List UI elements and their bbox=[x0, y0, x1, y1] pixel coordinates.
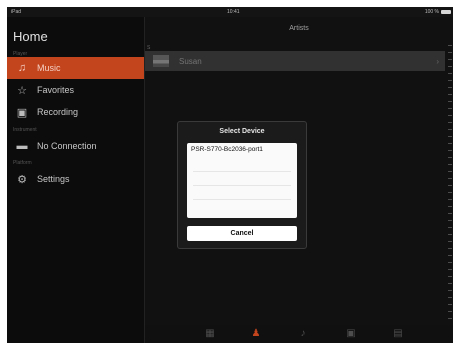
bottom-tab-bar: ▦ ♟ ♪ ▣ ▤ bbox=[145, 325, 453, 343]
section-label-platform: Platform bbox=[13, 160, 32, 166]
list-divider bbox=[193, 185, 291, 186]
status-battery-text: 100 % bbox=[424, 9, 439, 15]
sidebar-item-label: Music bbox=[37, 63, 61, 73]
sidebar-item-label: Favorites bbox=[37, 85, 75, 95]
music-note-icon: ♫ bbox=[17, 62, 27, 74]
dialog-title: Select Device bbox=[219, 128, 265, 135]
cancel-button[interactable]: Cancel bbox=[187, 226, 297, 241]
sidebar-item-label: Recording bbox=[37, 107, 79, 117]
sidebar-item-favorites[interactable]: ☆ Favorites bbox=[7, 79, 144, 101]
list-divider bbox=[193, 171, 291, 172]
battery-icon bbox=[441, 10, 451, 14]
recording-icon: ▣ bbox=[16, 106, 28, 119]
list-divider bbox=[193, 199, 291, 200]
sidebar-item-music[interactable]: ♫ Music bbox=[7, 57, 144, 79]
keyboard-icon: ▬ bbox=[16, 140, 28, 152]
section-label-instrument: Instrument bbox=[13, 127, 37, 133]
status-carrier: iPad bbox=[11, 9, 22, 15]
person-icon[interactable]: ♟ bbox=[249, 328, 263, 340]
sidebar: Home Player ♫ Music ☆ Favorites ▣ Record… bbox=[7, 17, 145, 343]
device-item[interactable]: PSR-S770-Bc2036-port1 bbox=[187, 143, 297, 157]
album-icon[interactable]: ▣ bbox=[344, 328, 358, 340]
sidebar-item-recording[interactable]: ▣ Recording bbox=[7, 101, 144, 123]
status-bar: iPad 10:41 100 % bbox=[7, 7, 453, 17]
sidebar-item-settings[interactable]: ⚙ Settings bbox=[7, 168, 144, 190]
select-device-dialog: Select Device PSR-S770-Bc2036-port1 Canc… bbox=[177, 121, 307, 249]
star-icon: ☆ bbox=[17, 84, 27, 97]
device-list: PSR-S770-Bc2036-port1 bbox=[187, 143, 297, 218]
sidebar-item-label: Settings bbox=[37, 174, 70, 184]
sidebar-item-connection[interactable]: ▬ No Connection bbox=[7, 135, 144, 157]
sidebar-item-label: No Connection bbox=[37, 141, 97, 151]
note-icon[interactable]: ♪ bbox=[296, 328, 310, 340]
grid-icon[interactable]: ▦ bbox=[203, 328, 217, 340]
gear-icon: ⚙ bbox=[17, 173, 27, 186]
ipad-screen: iPad 10:41 100 % Home Player ♫ Music ☆ F… bbox=[7, 7, 453, 343]
status-time: 10:41 bbox=[227, 9, 240, 15]
list-icon[interactable]: ▤ bbox=[391, 328, 405, 340]
page-title: Home bbox=[13, 29, 48, 44]
